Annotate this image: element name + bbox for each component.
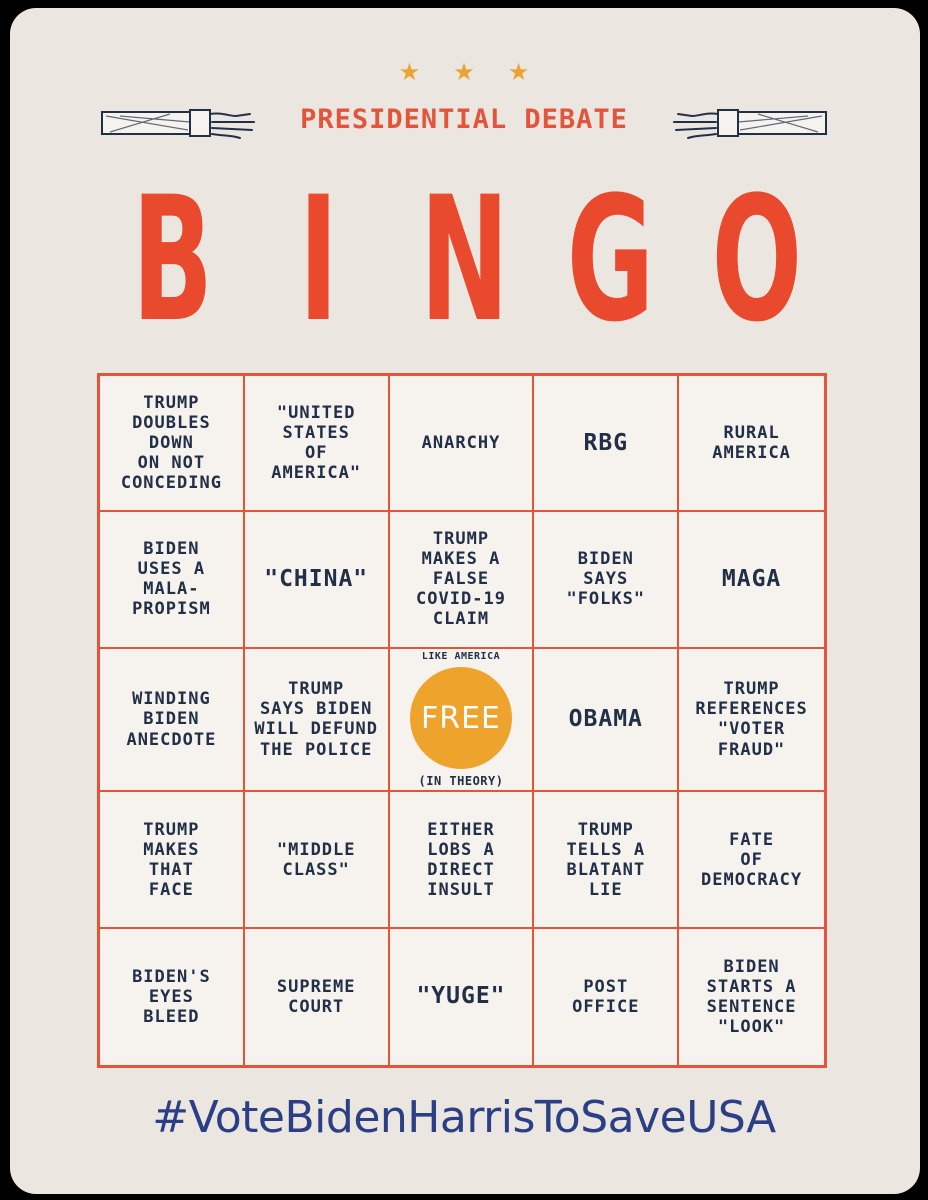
title-letter: B — [131, 159, 214, 360]
free-caption-top: LIKE AMERICA — [421, 650, 501, 662]
star-icon: ★ — [507, 58, 530, 86]
title-letter: O — [711, 159, 803, 360]
bingo-cell[interactable]: BIDEN USES A MALA- PROPISM — [100, 512, 245, 649]
bingo-cell[interactable]: RBG — [534, 376, 680, 513]
bingo-cell[interactable]: TRUMP MAKES A FALSE COVID-19 CLAIM — [389, 512, 535, 649]
header-banner: PRESIDENTIAL DEBATE — [100, 98, 828, 154]
bingo-cell[interactable]: BIDEN'S EYES BLEED — [100, 928, 245, 1065]
bingo-title: B I N G O — [100, 170, 828, 350]
bingo-cell[interactable]: RURAL AMERICA — [679, 376, 824, 513]
bingo-cell[interactable]: "MIDDLE CLASS" — [244, 792, 390, 929]
bingo-cell[interactable]: OBAMA — [534, 648, 680, 793]
bingo-cell[interactable]: BIDEN STARTS A SENTENCE "LOOK" — [679, 929, 824, 1065]
bingo-cell[interactable]: EITHER LOBS A DIRECT INSULT — [389, 792, 535, 929]
hashtag-caption: #VoteBidenHarrisToSaveUSA — [152, 1092, 776, 1143]
bingo-cell[interactable]: TRUMP SAYS BIDEN WILL DEFUND THE POLICE — [244, 648, 390, 793]
free-caption-bottom: (IN THEORY) — [418, 774, 504, 789]
title-letter: G — [566, 159, 655, 360]
star-icon: ★ — [398, 58, 421, 86]
bingo-cell[interactable]: "CHINA" — [244, 512, 390, 649]
bingo-cell[interactable]: BIDEN SAYS "FOLKS" — [534, 512, 680, 649]
bingo-cell[interactable]: "UNITED STATES OF AMERICA" — [244, 376, 390, 513]
title-letter: N — [419, 159, 510, 360]
bingo-cell[interactable]: TRUMP MAKES THAT FACE — [100, 792, 245, 929]
free-space-cell[interactable]: LIKE AMERICA FREE (IN THEORY) — [389, 648, 535, 793]
bingo-grid: TRUMP DOUBLES DOWN ON NOT CONCEDING "UNI… — [97, 373, 827, 1068]
bingo-cell[interactable]: TRUMP REFERENCES "VOTER FRAUD" — [679, 649, 824, 793]
bingo-cell[interactable]: MAGA — [679, 512, 824, 649]
bingo-cell[interactable]: ANARCHY — [389, 376, 535, 513]
pointing-arm-right-icon — [673, 109, 827, 139]
bingo-cell[interactable]: SUPREME COURT — [245, 928, 390, 1065]
bingo-cell[interactable]: TRUMP TELLS A BLATANT LIE — [534, 792, 680, 929]
bingo-cell[interactable]: WINDING BIDEN ANECDOTE — [100, 648, 245, 793]
bingo-cell[interactable]: FATE OF DEMOCRACY — [679, 792, 824, 929]
star-icon: ★ — [453, 58, 475, 86]
bingo-cell[interactable]: TRUMP DOUBLES DOWN ON NOT CONCEDING — [100, 376, 245, 513]
free-circle: FREE — [409, 667, 512, 770]
bingo-cell[interactable]: POST OFFICE — [534, 928, 680, 1065]
bingo-cell[interactable]: "YUGE" — [390, 928, 535, 1065]
title-letter: I — [298, 159, 339, 360]
stars-row: ★ ★ ★ — [0, 60, 928, 84]
